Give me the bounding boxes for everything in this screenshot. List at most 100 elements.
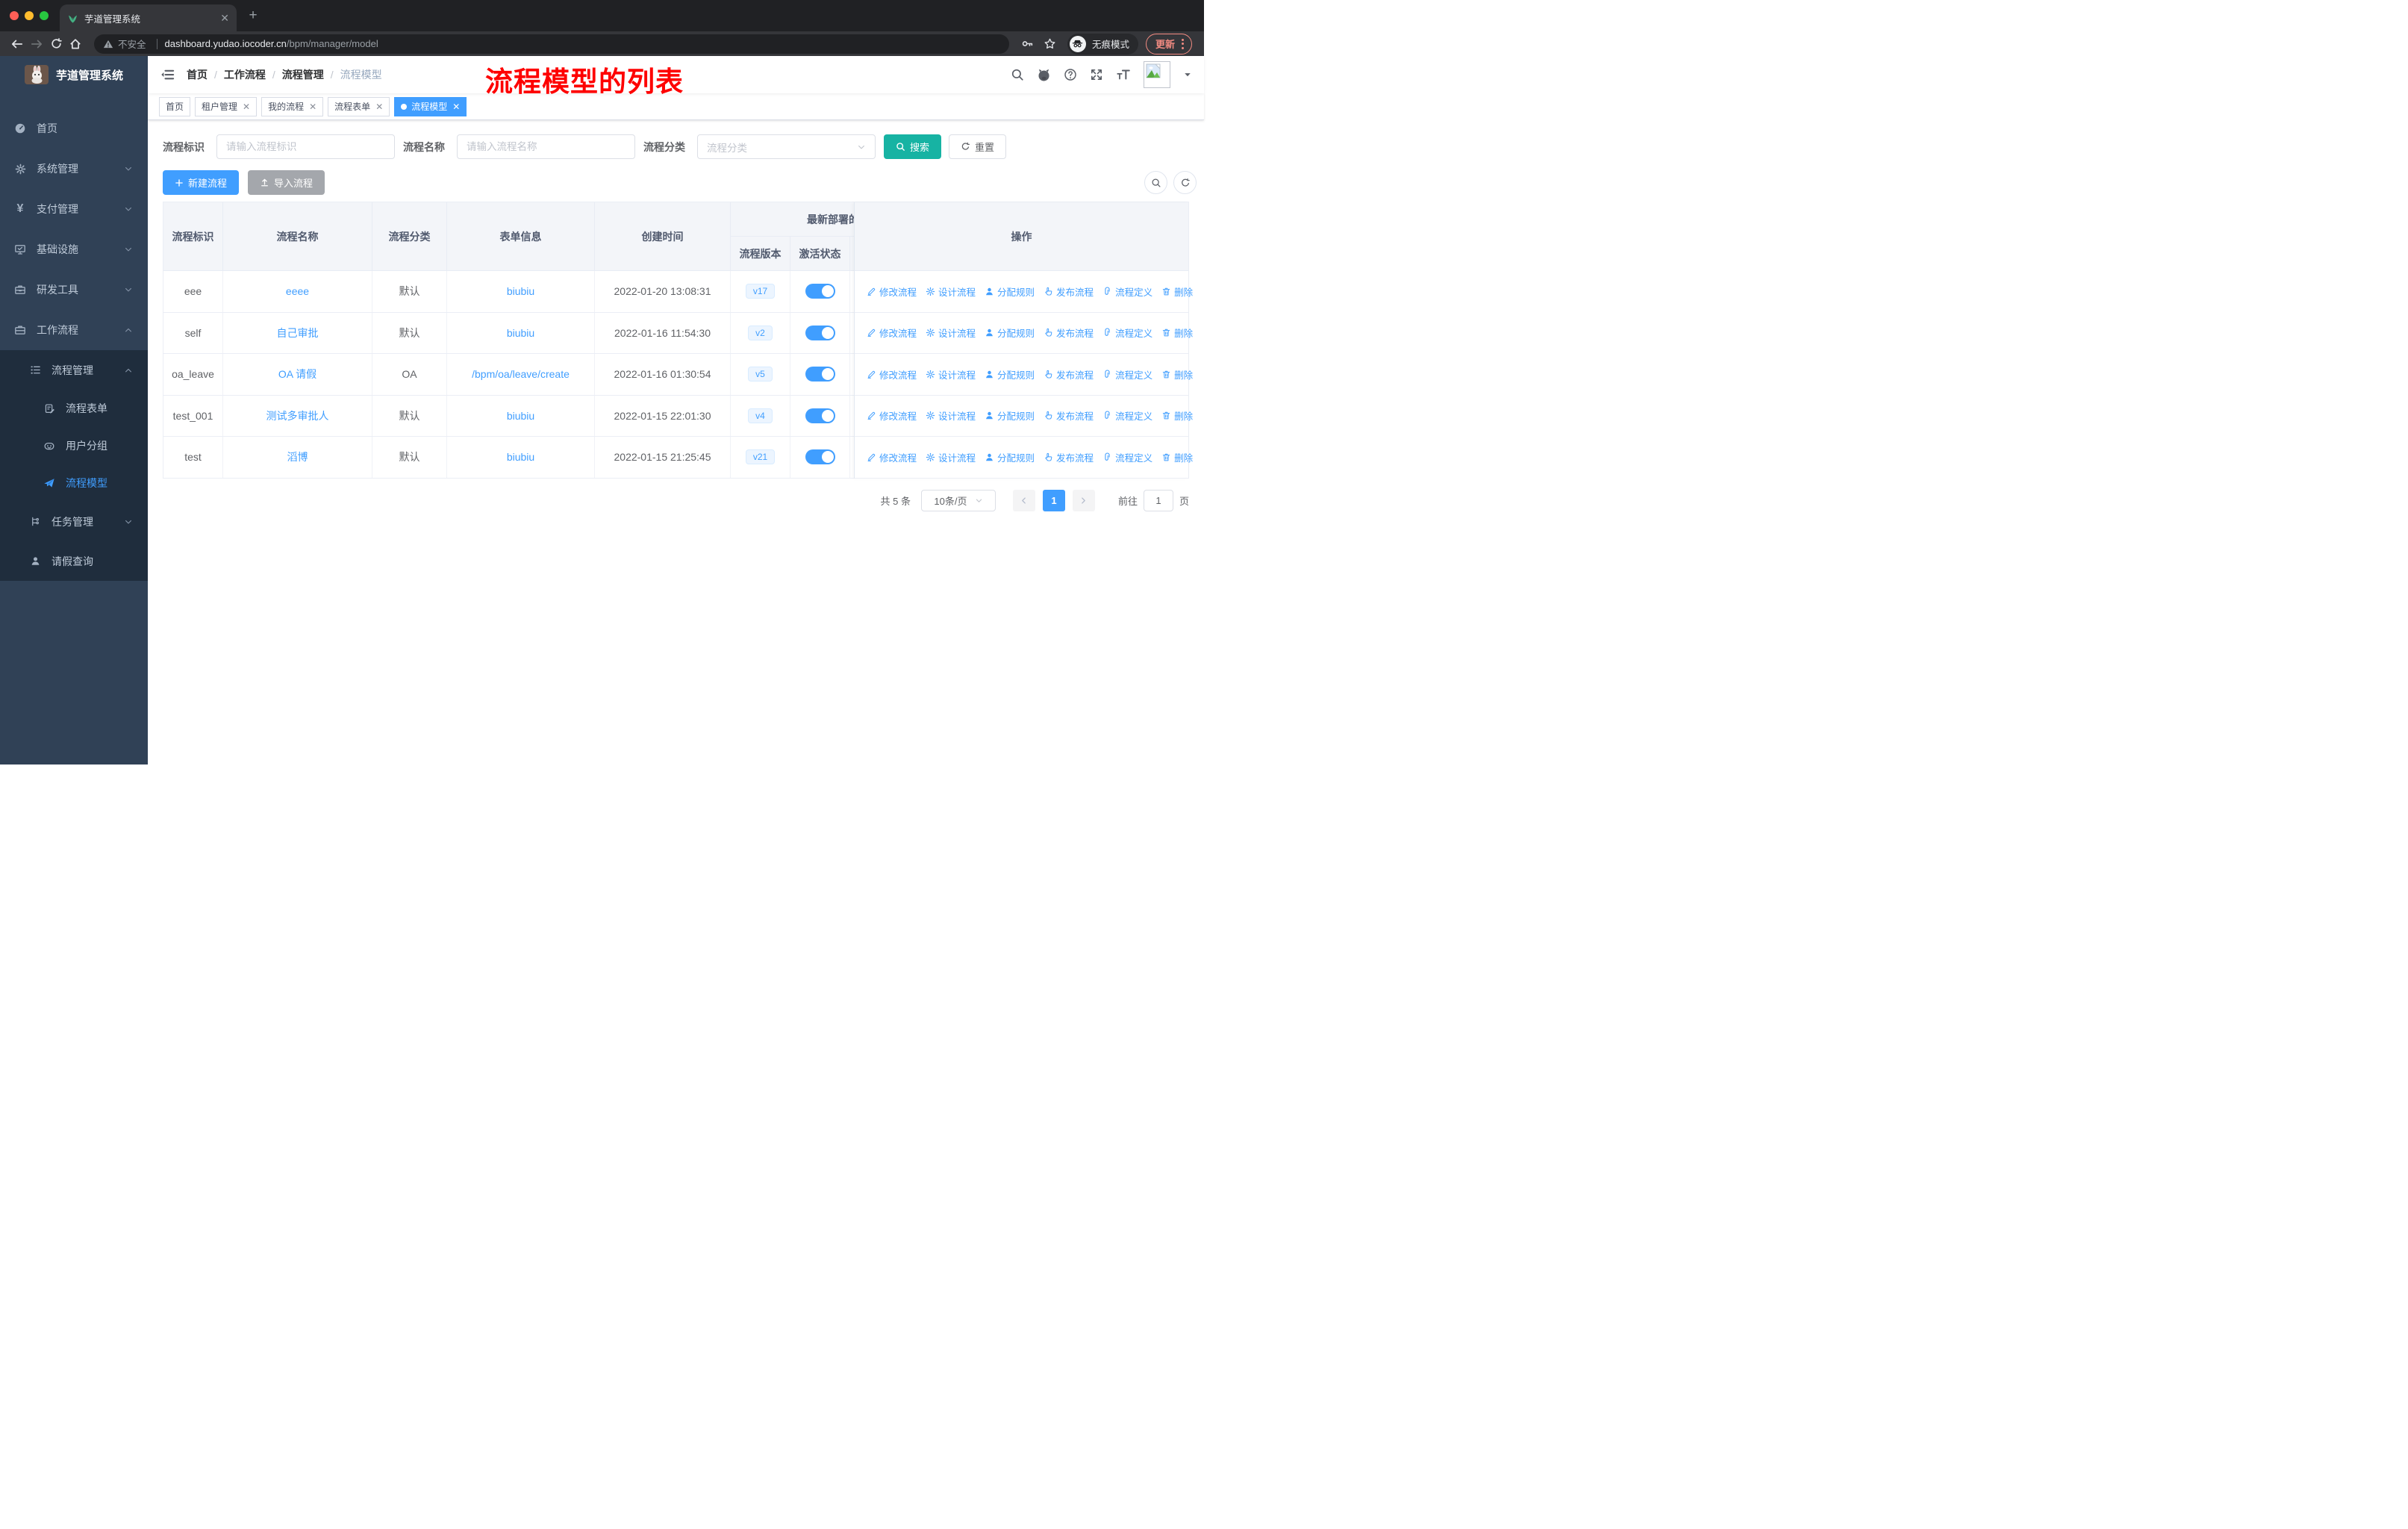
back-icon[interactable] <box>7 34 27 54</box>
tag-my-process[interactable]: 我的流程 ✕ <box>261 96 324 116</box>
process-name-link[interactable]: OA 请假 <box>278 367 316 382</box>
sidebar-item-user-group[interactable]: 用户分组 <box>0 427 148 464</box>
browser-menu-icon[interactable] <box>1182 38 1187 49</box>
active-toggle[interactable] <box>805 367 835 382</box>
form-info-link[interactable]: /bpm/oa/leave/create <box>472 368 570 380</box>
hamburger-icon[interactable] <box>160 67 175 82</box>
active-toggle[interactable] <box>805 325 835 340</box>
process-definition-link[interactable]: 流程定义 <box>1102 284 1152 299</box>
page-size-select[interactable]: 10条/页 <box>920 489 996 511</box>
sidebar-item-process-management[interactable]: 流程管理 <box>0 350 148 390</box>
process-definition-link[interactable]: 流程定义 <box>1102 450 1152 464</box>
show-search-icon-button[interactable] <box>1144 171 1167 194</box>
forward-icon[interactable] <box>27 34 46 54</box>
page-1-button[interactable]: 1 <box>1042 489 1065 511</box>
edit-process-link[interactable]: 修改流程 <box>867 326 917 340</box>
help-icon[interactable] <box>1064 68 1077 81</box>
tag-tenant[interactable]: 租户管理 ✕ <box>195 96 258 116</box>
close-icon[interactable]: ✕ <box>243 102 250 112</box>
edit-process-link[interactable]: 修改流程 <box>867 284 917 299</box>
sidebar-item-system[interactable]: 系统管理 <box>0 149 148 189</box>
import-process-button[interactable]: 导入流程 <box>248 170 325 195</box>
delete-process-link[interactable]: 删除 <box>1161 408 1193 423</box>
version-badge[interactable]: v4 <box>748 408 773 423</box>
search-button[interactable]: 搜索 <box>884 134 942 159</box>
design-process-link[interactable]: 设计流程 <box>926 284 976 299</box>
browser-update-button[interactable]: 更新 <box>1145 33 1192 55</box>
breadcrumb-home[interactable]: 首页 <box>187 67 208 82</box>
publish-process-link[interactable]: 发布流程 <box>1044 367 1094 382</box>
key-icon[interactable] <box>1018 34 1038 54</box>
sidebar-item-infrastructure[interactable]: 基础设施 <box>0 229 148 270</box>
publish-process-link[interactable]: 发布流程 <box>1044 326 1094 340</box>
process-id-input[interactable] <box>226 141 385 152</box>
delete-process-link[interactable]: 删除 <box>1161 326 1193 340</box>
assign-rule-link[interactable]: 分配规则 <box>985 367 1035 382</box>
sidebar-item-task-management[interactable]: 任务管理 <box>0 502 148 541</box>
delete-process-link[interactable]: 删除 <box>1161 450 1193 464</box>
process-name-link[interactable]: eeee <box>286 285 309 297</box>
new-tab-button[interactable]: + <box>244 7 262 25</box>
search-icon[interactable] <box>1011 68 1024 81</box>
url-host[interactable]: dashboard.yudao.iocoder.cn <box>165 38 287 49</box>
window-zoom-button[interactable] <box>40 11 49 20</box>
form-info-link[interactable]: biubiu <box>507 327 534 339</box>
publish-process-link[interactable]: 发布流程 <box>1044 450 1094 464</box>
not-secure-warning-icon[interactable] <box>103 39 113 49</box>
tag-process-form[interactable]: 流程表单 ✕ <box>328 96 390 116</box>
sidebar-item-devtools[interactable]: 研发工具 <box>0 270 148 310</box>
design-process-link[interactable]: 设计流程 <box>926 408 976 423</box>
assign-rule-link[interactable]: 分配规则 <box>985 408 1035 423</box>
edit-process-link[interactable]: 修改流程 <box>867 408 917 423</box>
github-icon[interactable] <box>1037 68 1051 82</box>
active-toggle[interactable] <box>805 284 835 299</box>
sidebar-item-process-model[interactable]: 流程模型 <box>0 464 148 502</box>
active-toggle[interactable] <box>805 449 835 465</box>
sidebar-item-workflow[interactable]: 工作流程 <box>0 310 148 350</box>
sidebar-item-leave-query[interactable]: 请假查询 <box>0 541 148 581</box>
sidebar-item-home[interactable]: 首页 <box>0 108 148 149</box>
reload-icon[interactable] <box>46 34 66 54</box>
bookmark-star-icon[interactable] <box>1041 34 1060 54</box>
breadcrumb-workflow[interactable]: 工作流程 <box>224 67 266 82</box>
edit-process-link[interactable]: 修改流程 <box>867 450 917 464</box>
process-definition-link[interactable]: 流程定义 <box>1102 326 1152 340</box>
reset-button[interactable]: 重置 <box>949 134 1007 159</box>
design-process-link[interactable]: 设计流程 <box>926 450 976 464</box>
process-name-link[interactable]: 自己审批 <box>277 326 319 340</box>
url-path[interactable]: /bpm/manager/model <box>287 38 378 49</box>
process-name-link[interactable]: 滔博 <box>287 449 308 464</box>
active-toggle[interactable] <box>805 408 835 423</box>
security-label[interactable]: 不安全 <box>118 37 146 51</box>
close-icon[interactable]: ✕ <box>309 102 316 112</box>
version-badge[interactable]: v21 <box>745 449 776 465</box>
form-info-link[interactable]: biubiu <box>507 410 534 422</box>
assign-rule-link[interactable]: 分配规则 <box>985 326 1035 340</box>
window-close-button[interactable] <box>10 11 19 20</box>
design-process-link[interactable]: 设计流程 <box>926 326 976 340</box>
process-name-input[interactable] <box>467 141 626 152</box>
home-icon[interactable] <box>66 34 85 54</box>
next-page-button[interactable] <box>1072 489 1095 511</box>
breadcrumb-process-management[interactable]: 流程管理 <box>282 67 324 82</box>
font-size-icon[interactable] <box>1116 68 1131 81</box>
browser-tab[interactable]: 芋道管理系统 ✕ <box>60 4 237 31</box>
assign-rule-link[interactable]: 分配规则 <box>985 450 1035 464</box>
create-process-button[interactable]: 新建流程 <box>163 170 240 195</box>
avatar-caret-icon[interactable] <box>1183 70 1192 79</box>
address-bar[interactable]: 不安全 dashboard.yudao.iocoder.cn/bpm/manag… <box>94 34 1009 54</box>
process-definition-link[interactable]: 流程定义 <box>1102 367 1152 382</box>
tag-process-model[interactable]: 流程模型 ✕ <box>394 96 467 116</box>
window-minimize-button[interactable] <box>25 11 34 20</box>
assign-rule-link[interactable]: 分配规则 <box>985 284 1035 299</box>
form-info-link[interactable]: biubiu <box>507 285 534 297</box>
tab-close-icon[interactable]: ✕ <box>220 12 229 25</box>
close-icon[interactable]: ✕ <box>375 102 383 112</box>
process-definition-link[interactable]: 流程定义 <box>1102 408 1152 423</box>
publish-process-link[interactable]: 发布流程 <box>1044 408 1094 423</box>
close-icon[interactable]: ✕ <box>452 102 460 112</box>
version-badge[interactable]: v5 <box>748 367 773 382</box>
refresh-table-button[interactable] <box>1173 171 1197 194</box>
update-label[interactable]: 更新 <box>1155 37 1175 51</box>
version-badge[interactable]: v17 <box>745 284 776 299</box>
